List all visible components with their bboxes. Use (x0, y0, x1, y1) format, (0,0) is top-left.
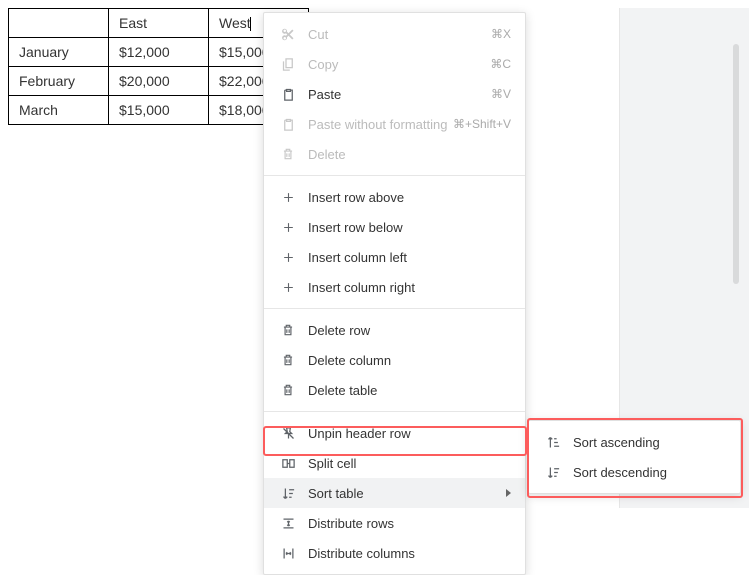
cell-east[interactable]: $15,000 (109, 96, 209, 125)
menu-item-paste[interactable]: Paste⌘V (264, 79, 525, 109)
menu-item-label: Insert column right (298, 280, 511, 295)
dist-rows-icon (278, 516, 298, 531)
menu-item-label: Distribute rows (298, 516, 511, 531)
menu-item-insert-column-left[interactable]: Insert column left (264, 242, 525, 272)
submenu-item-label: Sort descending (563, 465, 726, 480)
cell-month[interactable]: February (9, 67, 109, 96)
sort-asc-icon (543, 435, 563, 450)
menu-item-label: Distribute columns (298, 546, 511, 561)
menu-shortcut: ⌘X (491, 27, 511, 41)
menu-item-insert-row-above[interactable]: Insert row above (264, 182, 525, 212)
chevron-right-icon (506, 489, 511, 497)
menu-item-label: Insert column left (298, 250, 511, 265)
menu-item-cut: Cut⌘X (264, 19, 525, 49)
trash-icon (278, 323, 298, 337)
menu-item-paste-without-formatting: Paste without formatting⌘+Shift+V (264, 109, 525, 139)
menu-item-delete-column[interactable]: Delete column (264, 345, 525, 375)
menu-separator (264, 308, 525, 309)
submenu-item-sort-descending[interactable]: Sort descending (529, 457, 740, 487)
menu-item-label: Delete row (298, 323, 511, 338)
menu-item-unpin-header-row[interactable]: Unpin header row (264, 418, 525, 448)
menu-item-split-cell[interactable]: Split cell (264, 448, 525, 478)
menu-item-distribute-rows[interactable]: Distribute rows (264, 508, 525, 538)
cut-icon (278, 27, 298, 42)
plus-icon (278, 251, 298, 264)
menu-item-label: Cut (298, 27, 491, 42)
menu-item-label: Paste (298, 87, 491, 102)
menu-shortcut: ⌘+Shift+V (453, 117, 511, 131)
menu-item-label: Insert row above (298, 190, 511, 205)
trash-icon (278, 353, 298, 367)
cell-east[interactable]: $12,000 (109, 38, 209, 67)
menu-shortcut: ⌘V (491, 87, 511, 101)
menu-item-label: Paste without formatting (298, 117, 453, 132)
copy-icon (278, 57, 298, 72)
header-east[interactable]: East (109, 9, 209, 38)
menu-item-insert-column-right[interactable]: Insert column right (264, 272, 525, 302)
paste-plain-icon (278, 117, 298, 132)
paste-icon (278, 87, 298, 102)
header-blank[interactable] (9, 9, 109, 38)
menu-item-delete: Delete (264, 139, 525, 169)
cell-east[interactable]: $20,000 (109, 67, 209, 96)
menu-separator (264, 411, 525, 412)
plus-icon (278, 281, 298, 294)
menu-shortcut: ⌘C (490, 57, 511, 71)
menu-item-copy: Copy⌘C (264, 49, 525, 79)
menu-item-label: Sort table (298, 486, 498, 501)
menu-item-label: Delete column (298, 353, 511, 368)
menu-separator (264, 175, 525, 176)
cell-month[interactable]: March (9, 96, 109, 125)
context-menu: Cut⌘XCopy⌘CPaste⌘VPaste without formatti… (263, 12, 526, 575)
menu-item-sort-table[interactable]: Sort table (264, 478, 525, 508)
trash-icon (278, 383, 298, 397)
plus-icon (278, 191, 298, 204)
dist-cols-icon (278, 546, 298, 561)
menu-item-label: Split cell (298, 456, 511, 471)
plus-icon (278, 221, 298, 234)
trash-icon (278, 147, 298, 161)
submenu-item-sort-ascending[interactable]: Sort ascending (529, 427, 740, 457)
menu-item-delete-row[interactable]: Delete row (264, 315, 525, 345)
text-cursor (250, 17, 251, 31)
menu-item-distribute-columns[interactable]: Distribute columns (264, 538, 525, 568)
menu-item-label: Delete table (298, 383, 511, 398)
menu-item-label: Copy (298, 57, 490, 72)
submenu-item-label: Sort ascending (563, 435, 726, 450)
sort-desc-icon (543, 465, 563, 480)
sort-icon (278, 486, 298, 501)
menu-item-insert-row-below[interactable]: Insert row below (264, 212, 525, 242)
scrollbar[interactable] (733, 44, 739, 284)
sort-submenu: Sort ascending Sort descending (528, 420, 741, 494)
menu-item-label: Insert row below (298, 220, 511, 235)
cell-month[interactable]: January (9, 38, 109, 67)
menu-item-delete-table[interactable]: Delete table (264, 375, 525, 405)
split-icon (278, 456, 298, 471)
unpin-icon (278, 426, 298, 441)
menu-item-label: Unpin header row (298, 426, 511, 441)
menu-item-label: Delete (298, 147, 511, 162)
